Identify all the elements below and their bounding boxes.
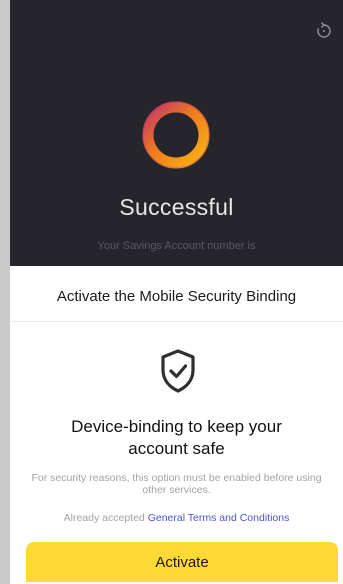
terms-line: Already accepted General Terms and Condi… xyxy=(10,512,343,524)
sheet-title: Activate the Mobile Security Binding xyxy=(56,288,297,305)
activate-button[interactable]: Activate xyxy=(26,542,338,582)
binding-description: For security reasons, this option must b… xyxy=(31,472,322,496)
refresh-icon[interactable] xyxy=(313,20,335,42)
security-binding-sheet: Activate the Mobile Security Binding Dev… xyxy=(10,266,343,584)
binding-heading: Device-binding to keep your account safe xyxy=(71,417,282,458)
success-ring-icon xyxy=(138,97,214,173)
shield-check-icon xyxy=(158,348,198,394)
divider xyxy=(10,321,343,322)
phone-screen: Successful Your Savings Account number i… xyxy=(10,0,343,584)
terms-prefix: Already accepted xyxy=(63,512,145,524)
terms-link[interactable]: General Terms and Conditions xyxy=(148,512,290,524)
account-number-text: Your Savings Account number is xyxy=(97,240,256,252)
success-header: Successful Your Savings Account number i… xyxy=(10,0,343,266)
success-title: Successful xyxy=(119,194,234,220)
